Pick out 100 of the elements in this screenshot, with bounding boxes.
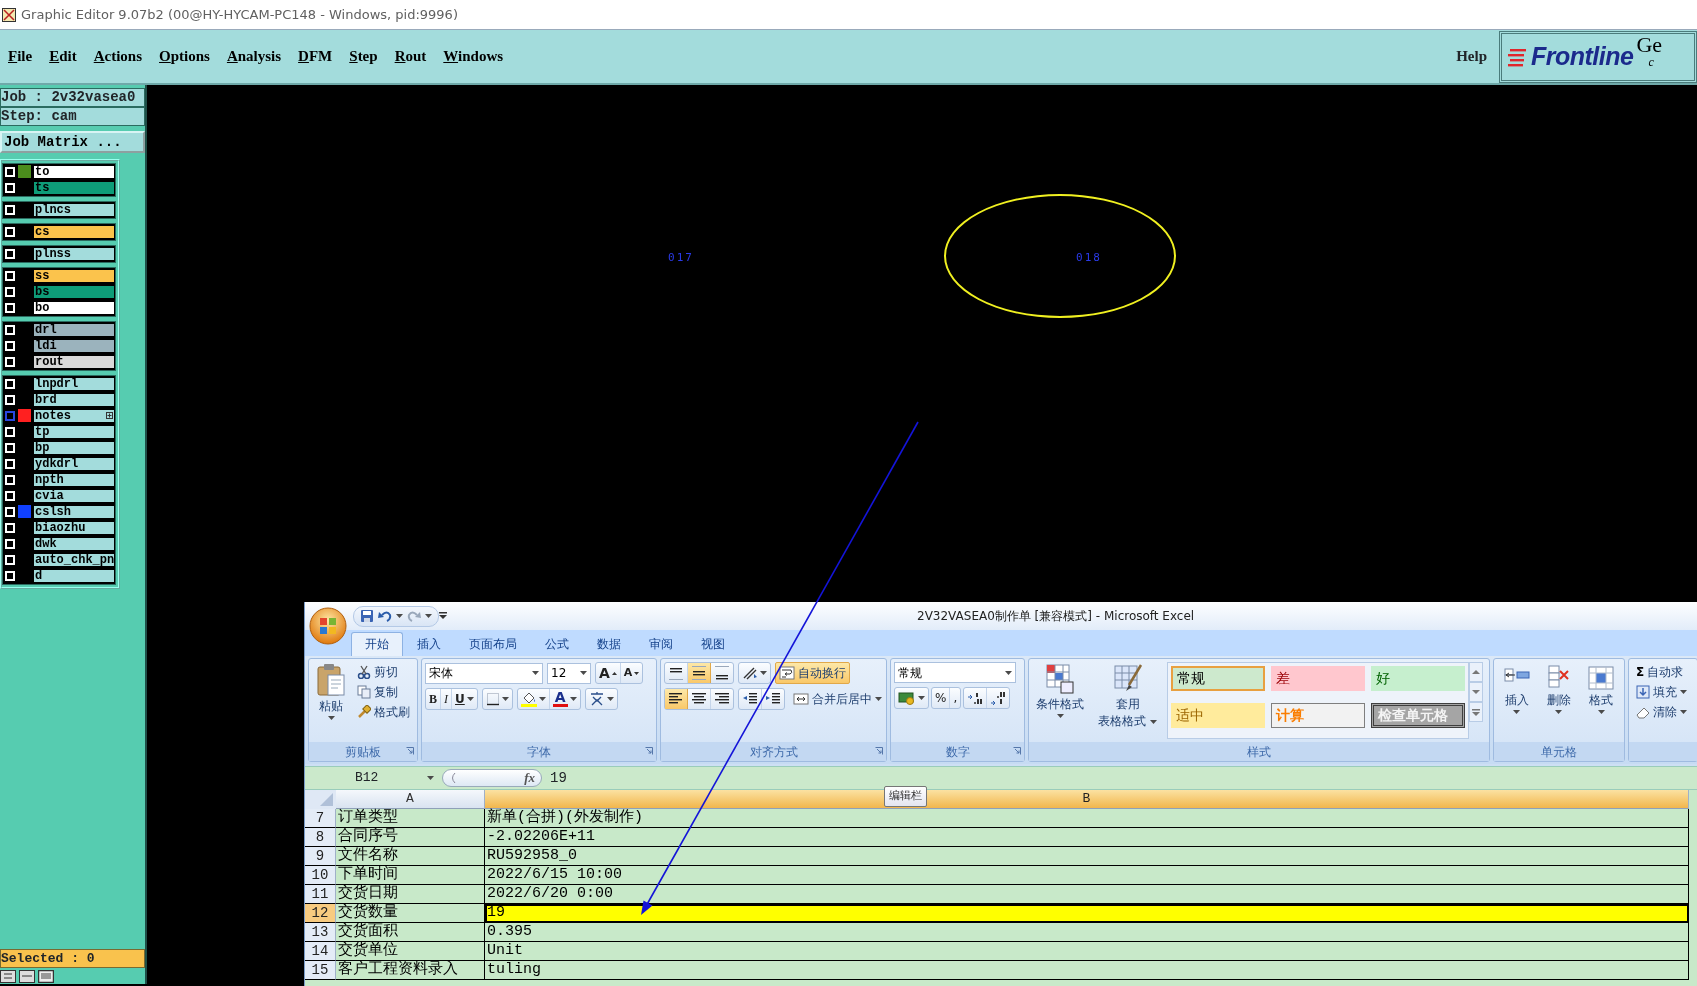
save-icon[interactable] xyxy=(360,609,374,623)
formula-field[interactable]: 19 xyxy=(542,767,1697,789)
menu-item[interactable]: Actions xyxy=(85,45,152,68)
formula-button[interactable]: fx xyxy=(442,769,542,787)
ribbon-tab[interactable]: 视图 xyxy=(687,632,739,656)
layer-row[interactable]: tp xyxy=(3,424,115,440)
font-name-field[interactable]: 宋体 xyxy=(425,662,543,684)
layer-row[interactable]: plncs xyxy=(3,202,115,218)
menu-item[interactable]: Rout xyxy=(386,45,436,68)
row-header[interactable]: 10 xyxy=(305,866,336,885)
more-icon[interactable] xyxy=(1469,702,1483,722)
layer-row[interactable]: cvia xyxy=(3,488,115,504)
row-header[interactable]: 15 xyxy=(305,961,336,980)
wrap-text-button[interactable]: 自动换行 xyxy=(775,662,850,684)
align-left-button[interactable] xyxy=(665,689,688,709)
dialog-launcher-icon[interactable] xyxy=(1013,747,1021,755)
layer-row[interactable]: notes xyxy=(3,408,115,424)
layer-row[interactable]: bp xyxy=(3,440,115,456)
ribbon-tab[interactable]: 插入 xyxy=(403,632,455,656)
layer-row[interactable]: brd xyxy=(3,392,115,408)
row-header[interactable]: 7 xyxy=(305,809,336,828)
copy-button[interactable]: 复制 xyxy=(353,682,414,702)
ribbon-tab[interactable]: 页面布局 xyxy=(455,632,531,656)
menu-item[interactable]: Options xyxy=(151,45,219,68)
checkbox[interactable] xyxy=(5,410,15,421)
dialog-launcher-icon[interactable] xyxy=(406,747,414,755)
bold-button[interactable]: B xyxy=(426,689,441,709)
cell-delete-button[interactable]: 删除 xyxy=(1539,662,1579,739)
ribbon-tab[interactable]: 审阅 xyxy=(635,632,687,656)
underline-button[interactable]: U xyxy=(452,689,477,709)
fill-button[interactable]: 填充 xyxy=(1632,682,1691,702)
paste-button[interactable]: 粘贴 xyxy=(312,662,350,739)
row-header[interactable]: 13 xyxy=(305,923,336,942)
merge-center-button[interactable]: 合并后居中 xyxy=(789,689,886,709)
layer-row[interactable]: drl xyxy=(3,322,115,338)
window-icon[interactable] xyxy=(38,970,54,983)
layer-row[interactable]: plnss xyxy=(3,246,115,262)
table-format-button[interactable]: 套用 表格格式 xyxy=(1094,662,1161,739)
layer-row[interactable]: ydkdrl xyxy=(3,456,115,472)
dialog-launcher-icon[interactable] xyxy=(875,747,883,755)
layer-row[interactable]: ldi xyxy=(3,338,115,354)
comma-button[interactable]: , xyxy=(950,688,961,708)
layer-row[interactable]: to xyxy=(3,164,115,180)
undo-icon[interactable] xyxy=(378,609,392,623)
menu-item[interactable]: File xyxy=(0,45,42,68)
menu-item[interactable]: Edit xyxy=(41,45,86,68)
customize-caret-icon[interactable] xyxy=(439,612,447,620)
layer-row[interactable]: auto_chk_pn xyxy=(3,552,115,568)
cut-button[interactable]: 剪切 xyxy=(353,662,414,682)
dialog-launcher-icon[interactable] xyxy=(645,747,653,755)
cell-insert-button[interactable]: 插入 xyxy=(1497,662,1537,739)
menu-item[interactable]: Windows xyxy=(435,45,513,68)
cell-style[interactable]: 常规 xyxy=(1171,666,1265,691)
row-header[interactable]: 12 xyxy=(305,904,336,923)
row-header[interactable]: 8 xyxy=(305,828,336,847)
layer-row[interactable]: bs xyxy=(3,284,115,300)
layer-row[interactable]: cslsh xyxy=(3,504,115,520)
font-color-button[interactable]: A xyxy=(549,689,580,709)
layer-row[interactable]: dwk xyxy=(3,536,115,552)
number-format-field[interactable]: 常规 xyxy=(894,662,1016,683)
scroll-up-icon[interactable] xyxy=(1469,662,1483,682)
layer-row[interactable]: ts xyxy=(3,180,115,196)
shrink-font-button[interactable]: A xyxy=(620,663,643,683)
layer-row[interactable]: lnpdrl xyxy=(3,376,115,392)
format-painter-button[interactable]: 格式刷 xyxy=(353,702,414,722)
layer-row[interactable]: npth xyxy=(3,472,115,488)
clear-button[interactable]: 清除 xyxy=(1632,702,1691,722)
menu-item[interactable]: Step xyxy=(341,45,387,68)
layer-row[interactable]: cs xyxy=(3,224,115,240)
layer-row[interactable]: rout xyxy=(3,354,115,370)
layer-row[interactable]: bo xyxy=(3,300,115,316)
percent-button[interactable]: % xyxy=(932,688,951,708)
italic-button[interactable]: I xyxy=(441,689,452,709)
ribbon-tab[interactable]: 数据 xyxy=(583,632,635,656)
layer-row[interactable]: ss xyxy=(3,268,115,284)
layer-row[interactable]: biaozhu xyxy=(3,520,115,536)
font-size-field[interactable]: 12 xyxy=(547,662,591,684)
scroll-down-icon[interactable] xyxy=(1469,682,1483,702)
job-matrix-button[interactable]: Job Matrix ... xyxy=(0,131,145,153)
cell-style[interactable]: 适中 xyxy=(1171,702,1265,728)
list-icon[interactable] xyxy=(19,970,35,983)
layer-row[interactable]: d xyxy=(3,568,115,584)
grid-icon[interactable] xyxy=(0,970,16,983)
middle-align-button[interactable] xyxy=(688,663,711,683)
autosum-button[interactable]: Σ 自动求 xyxy=(1632,662,1691,682)
grow-font-button[interactable]: A xyxy=(596,663,621,683)
row-header[interactable]: 9 xyxy=(305,847,336,866)
cell-style[interactable]: 差 xyxy=(1271,666,1365,691)
menu-item[interactable]: Analysis xyxy=(218,45,291,68)
menu-item[interactable]: DFM xyxy=(290,45,342,68)
column-header[interactable]: A xyxy=(336,790,485,809)
ribbon-tab[interactable]: 开始 xyxy=(351,632,403,656)
ribbon-tab[interactable]: 公式 xyxy=(531,632,583,656)
cell-style[interactable]: 好 xyxy=(1371,666,1465,691)
row-header[interactable]: 14 xyxy=(305,942,336,961)
help-menu[interactable]: Help xyxy=(1456,45,1487,68)
cell-format-button[interactable]: 格式 xyxy=(1581,662,1621,739)
row-header[interactable]: 11 xyxy=(305,885,336,904)
conditional-format-button[interactable]: 条件格式 xyxy=(1032,662,1088,739)
name-box[interactable]: B12 xyxy=(305,768,423,788)
